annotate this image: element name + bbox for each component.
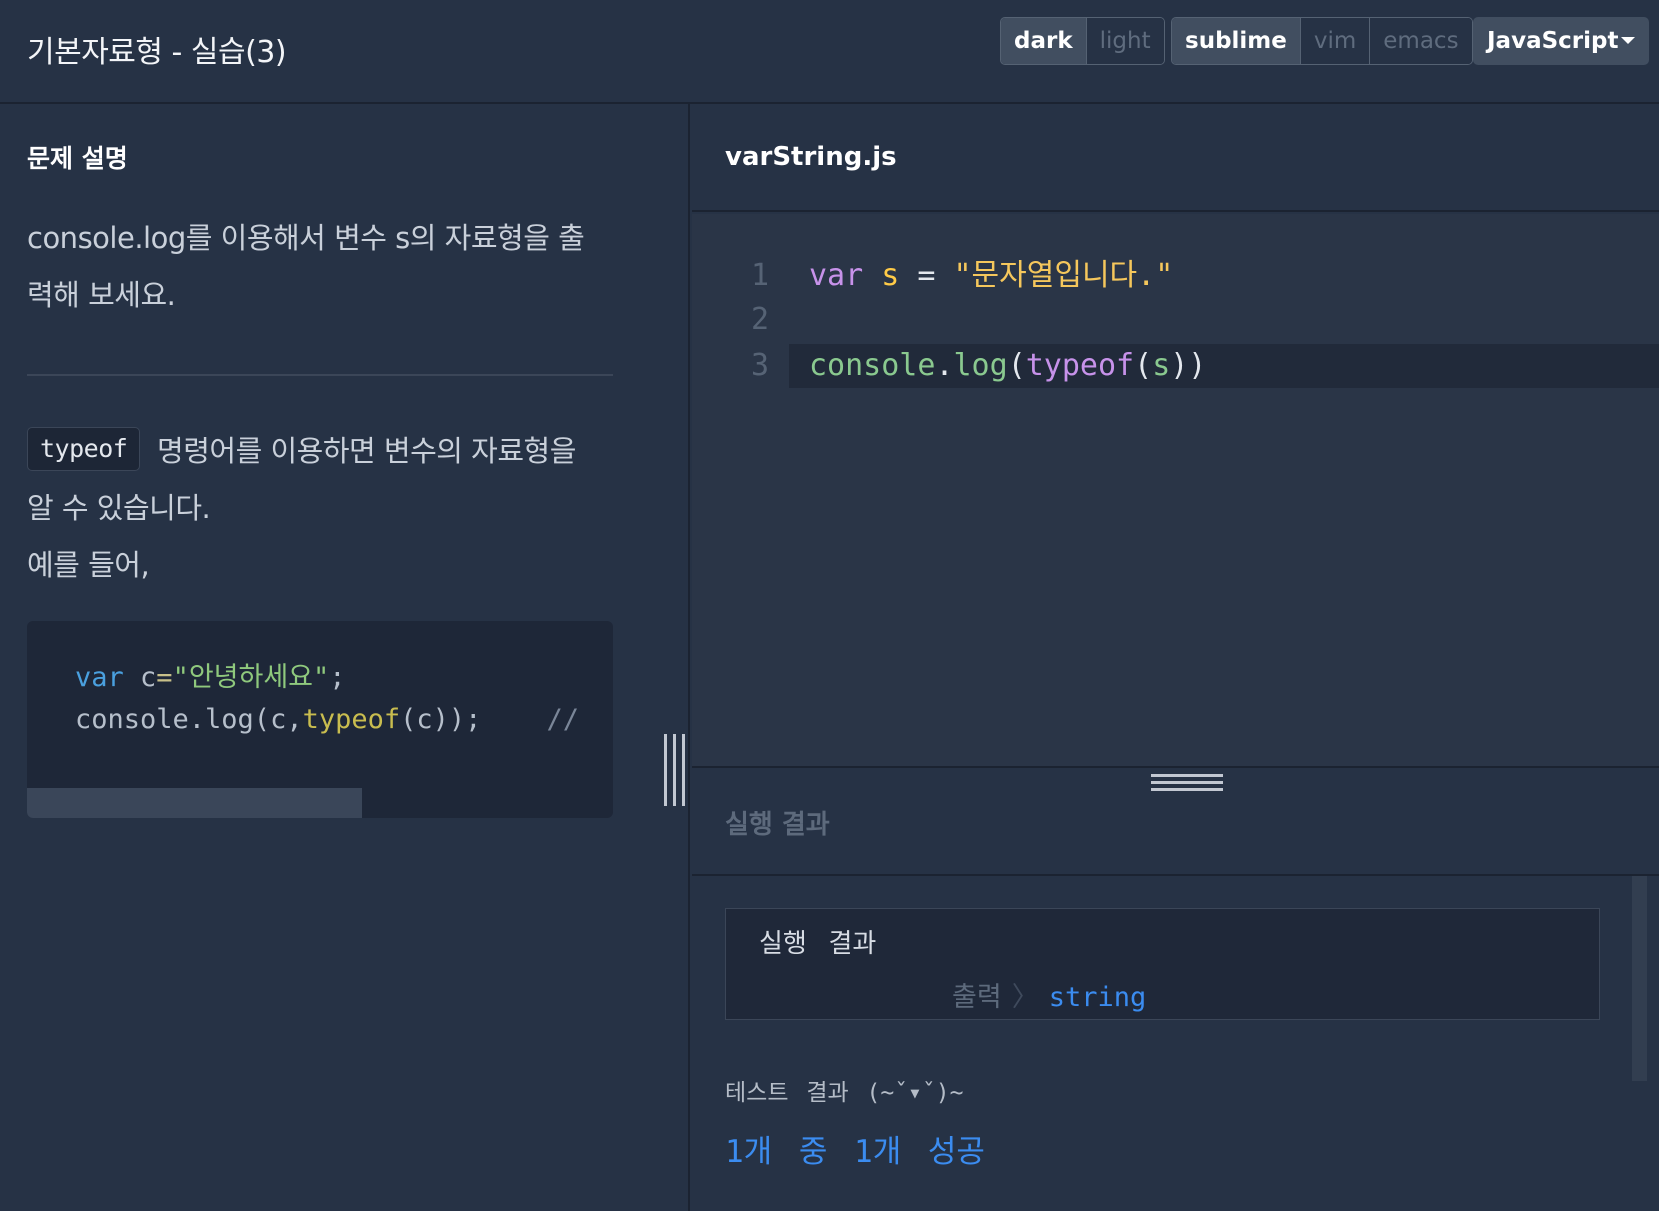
output-value: string [1048, 982, 1147, 1013]
keymap-sublime-option[interactable]: sublime [1172, 18, 1301, 64]
keymap-emacs-option[interactable]: emacs [1370, 18, 1472, 64]
output-key: 출력 [952, 982, 1002, 1013]
code-editor[interactable]: 1 var s = "문자열입니다." 2 3 console.log(type… [692, 214, 1659, 766]
problem-heading: 문제 설명 [27, 144, 128, 173]
editor-resize-handle[interactable] [1151, 772, 1223, 792]
chevron-right-icon: 〉 [1011, 982, 1039, 1013]
output-row: 출력 〉 string [952, 975, 1146, 1014]
language-dropdown[interactable]: JavaScript [1473, 17, 1649, 65]
line-number: 3 [750, 348, 769, 383]
code-line[interactable]: 2 [692, 298, 1659, 342]
example-code-block: var c="안녕하세요"; console.log(c,typeof(c));… [27, 621, 613, 818]
panel-resize-handle[interactable] [664, 734, 686, 806]
code-line[interactable]: 1 var s = "문자열입니다." [692, 254, 1659, 298]
test-result-label: 테스트 결과 (~ˇ▾ˇ)~ [725, 1080, 964, 1106]
theme-toggle: dark light [1000, 17, 1165, 65]
line-number: 1 [750, 258, 769, 293]
result-body: 실행 결과 출력 〉 string 테스트 결과 (~ˇ▾ˇ)~ 1개 중 1개 성… [692, 876, 1659, 1211]
caret-down-icon [1621, 37, 1635, 44]
output-box: 실행 결과 출력 〉 string [725, 908, 1600, 1020]
editor-panel: varString.js 1 var s = "문자열입니다." 2 3 con… [692, 104, 1659, 1211]
divider [27, 374, 613, 376]
hint-example-intro: 예를 들어, [27, 548, 150, 582]
line-number: 2 [750, 302, 769, 337]
page-title: 기본자료형 - 실습(3) [27, 35, 287, 70]
problem-description: console.log를 이용해서 변수 s의 자료형을 출력해 보세요. [27, 221, 585, 312]
test-result-summary: 1개 중 1개 성공 [725, 1134, 985, 1170]
example-code-scrollbar[interactable] [27, 788, 362, 818]
result-heading: 실행 결과 [725, 810, 830, 840]
top-header: 기본자료형 - 실습(3) dark light sublime vim ema… [0, 0, 1659, 104]
language-label: JavaScript [1487, 28, 1619, 54]
result-scrollbar[interactable] [1632, 876, 1647, 1081]
file-tab-bar: varString.js [692, 104, 1659, 212]
file-name-tab[interactable]: varString.js [725, 142, 897, 172]
inline-code-typeof: typeof [27, 427, 141, 471]
code-line-current[interactable]: 3 console.log(typeof(s)) [692, 344, 1659, 388]
problem-hint: typeof 명령어를 이용하면 변수의 자료형을 알 수 있습니다. 예를 들… [27, 423, 607, 594]
keymap-toggle: sublime vim emacs [1171, 17, 1473, 65]
keymap-vim-option[interactable]: vim [1300, 18, 1371, 64]
problem-panel: 문제 설명 console.log를 이용해서 변수 s의 자료형을 출력해 보… [0, 104, 690, 1211]
example-code: var c="안녕하세요"; console.log(c,typeof(c));… [75, 662, 579, 735]
theme-light-option[interactable]: light [1086, 18, 1164, 64]
theme-dark-option[interactable]: dark [1001, 18, 1087, 64]
output-label: 실행 결과 [759, 929, 877, 959]
